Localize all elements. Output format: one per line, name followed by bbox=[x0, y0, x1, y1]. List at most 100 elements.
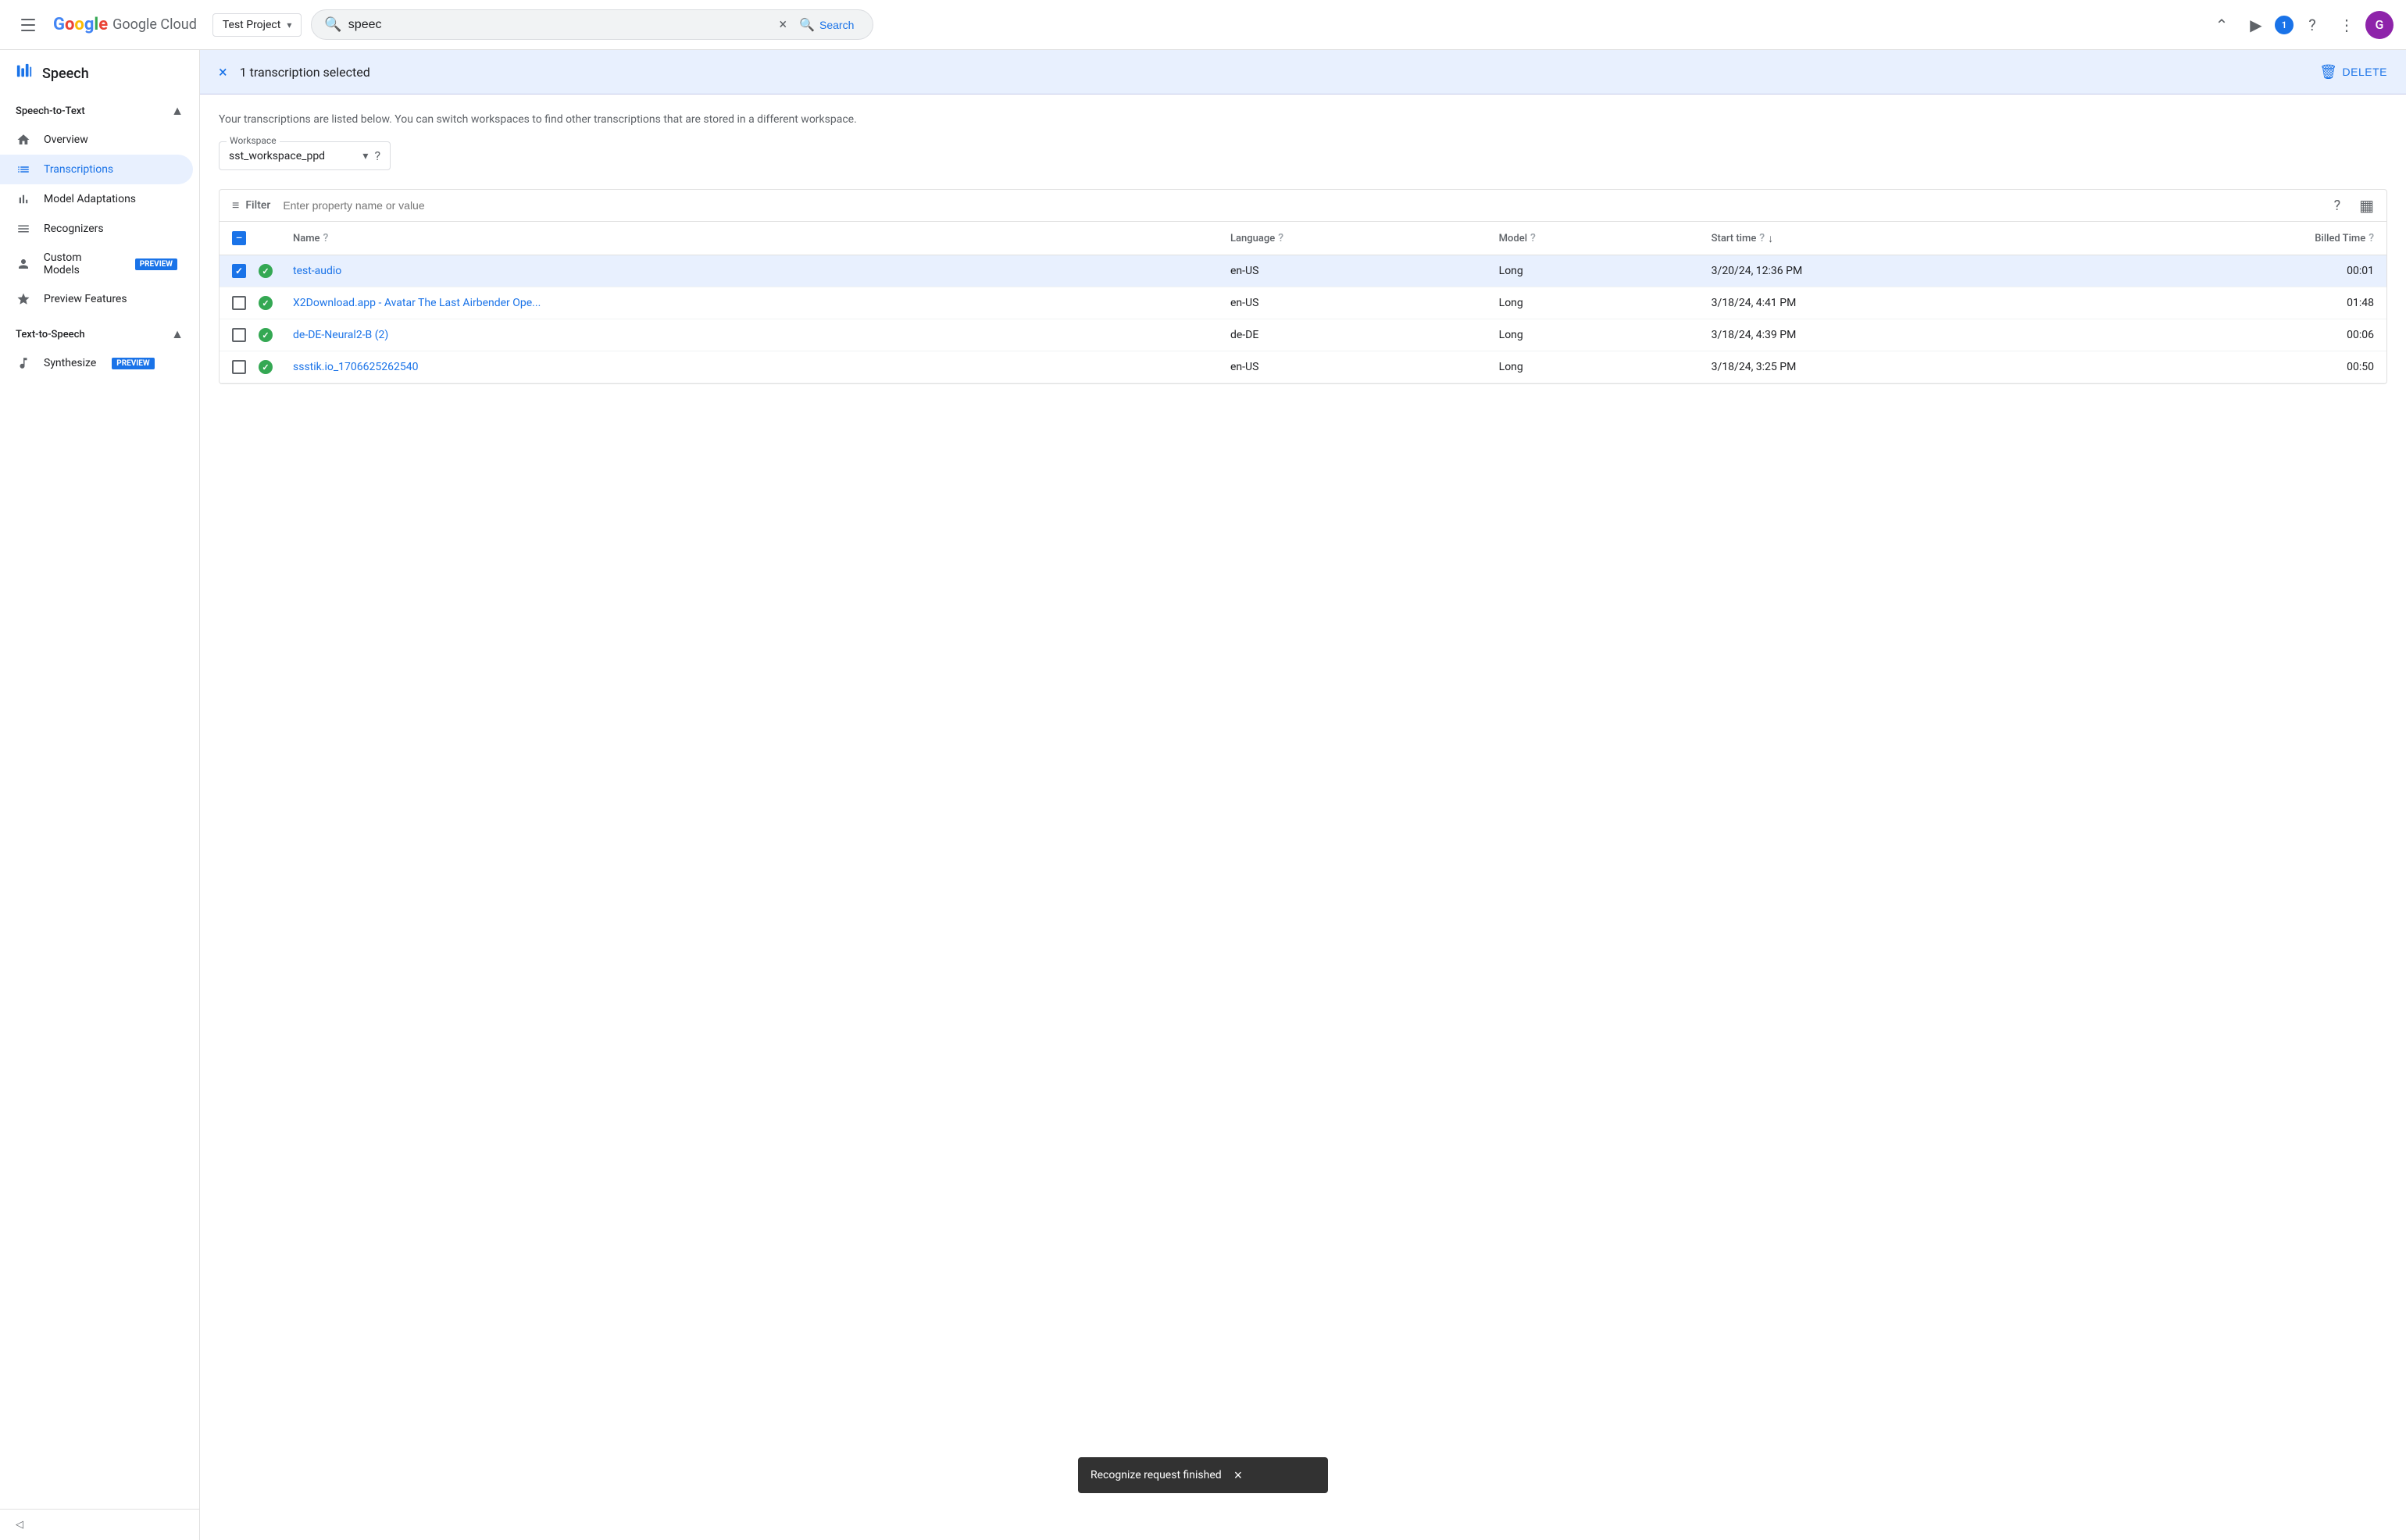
th-billed-time-label: Billed Time bbox=[2315, 233, 2365, 244]
workspace-help-icon[interactable]: ? bbox=[374, 148, 380, 163]
th-model-help-icon[interactable]: ? bbox=[1530, 232, 1536, 244]
row-checkbox-cell bbox=[220, 351, 252, 383]
home-icon bbox=[16, 133, 31, 147]
snackbar: Recognize request finished × bbox=[1078, 1457, 1328, 1493]
th-language-help-icon[interactable]: ? bbox=[1278, 232, 1283, 244]
row-name-cell: de-DE-Neural2-B (2) bbox=[280, 319, 1218, 351]
row-name-link[interactable]: ssstik.io_1706625262540 bbox=[293, 361, 418, 373]
th-start-time-sort-icon[interactable]: ↓ bbox=[1768, 232, 1773, 245]
view-toggle-button[interactable]: ▦ bbox=[2359, 196, 2374, 215]
sidebar-item-overview[interactable]: Overview bbox=[0, 125, 193, 155]
google-cloud-logo[interactable]: Google Google Cloud bbox=[53, 15, 197, 34]
row-model-cell: Long bbox=[1487, 255, 1699, 287]
row-name-cell: test-audio bbox=[280, 255, 1218, 287]
page-content: Your transcriptions are listed below. Yo… bbox=[200, 94, 2406, 1540]
row-status-dot: ✓ bbox=[259, 360, 273, 374]
more-options-button[interactable]: ⋮ bbox=[2331, 9, 2362, 41]
filter-bar: ≡ Filter ? ▦ bbox=[220, 190, 2386, 222]
select-all-checkbox[interactable] bbox=[232, 231, 246, 245]
speech-to-text-section-header[interactable]: Speech-to-Text ▲ bbox=[0, 97, 199, 125]
sidebar-item-label-preview-features: Preview Features bbox=[44, 293, 127, 305]
table-row: ✓ test-audio en-US Long 3/20/24, 12:36 P… bbox=[220, 255, 2386, 287]
tts-section-collapse-icon: ▲ bbox=[171, 326, 184, 342]
row-name-link[interactable]: test-audio bbox=[293, 265, 341, 277]
project-name: Test Project bbox=[223, 19, 280, 31]
sidebar-item-preview-features[interactable]: Preview Features bbox=[0, 284, 193, 314]
sidebar-app-header[interactable]: Speech bbox=[0, 50, 199, 97]
custom-models-icon bbox=[16, 257, 31, 271]
row-language-cell: en-US bbox=[1218, 255, 1487, 287]
row-billed-time-cell: 01:48 bbox=[2097, 287, 2386, 319]
synthesize-icon bbox=[16, 356, 31, 370]
th-billed-time-help-icon[interactable]: ? bbox=[2369, 232, 2374, 244]
th-select-all[interactable] bbox=[220, 222, 252, 255]
delete-button[interactable]: 🗑 DELETE bbox=[2319, 64, 2387, 80]
th-language-label: Language bbox=[1230, 233, 1275, 244]
th-start-time-help-icon[interactable]: ? bbox=[1759, 232, 1765, 244]
row-status-cell: ✓ bbox=[252, 255, 280, 287]
section-collapse-icon: ▲ bbox=[171, 103, 184, 119]
custom-models-preview-badge: PREVIEW bbox=[135, 258, 177, 270]
sidebar-item-label-synthesize: Synthesize bbox=[44, 357, 96, 369]
hamburger-icon bbox=[21, 19, 35, 31]
model-adaptations-icon bbox=[16, 192, 31, 206]
cloud-shell-editor-button[interactable]: ▶ bbox=[2240, 9, 2272, 41]
cloud-shell-button[interactable]: ⌃ bbox=[2206, 9, 2237, 41]
workspace-group: Workspace sst_workspace_ppd ▾ ? bbox=[219, 141, 2387, 170]
snackbar-close-button[interactable]: × bbox=[1234, 1468, 1243, 1482]
table-header: Name ? Language ? bbox=[220, 222, 2386, 255]
page-description: Your transcriptions are listed below. Yo… bbox=[219, 113, 2387, 126]
notification-badge[interactable]: 1 bbox=[2275, 16, 2294, 34]
selection-close-button[interactable]: × bbox=[219, 62, 227, 81]
th-language: Language ? bbox=[1218, 222, 1487, 255]
sidebar-item-transcriptions[interactable]: Transcriptions bbox=[0, 155, 193, 184]
text-to-speech-section-header[interactable]: Text-to-Speech ▲ bbox=[0, 320, 199, 348]
row-language-cell: en-US bbox=[1218, 287, 1487, 319]
row-checkbox-row-3[interactable] bbox=[232, 328, 246, 342]
sidebar-item-custom-models[interactable]: Custom Models PREVIEW bbox=[0, 244, 193, 284]
topbar: Google Google Cloud Test Project ▾ 🔍 × 🔍… bbox=[0, 0, 2406, 50]
help-button[interactable]: ? bbox=[2297, 9, 2328, 41]
row-status-cell: ✓ bbox=[252, 287, 280, 319]
filter-icon: ≡ bbox=[232, 198, 239, 213]
th-start-time-label: Start time bbox=[1712, 233, 1757, 244]
row-name-cell: ssstik.io_1706625262540 bbox=[280, 351, 1218, 383]
row-language-cell: de-DE bbox=[1218, 319, 1487, 351]
sidebar-item-synthesize[interactable]: Synthesize PREVIEW bbox=[0, 348, 193, 378]
filter-help-icon[interactable]: ? bbox=[2334, 198, 2341, 214]
search-icon: 🔍 bbox=[799, 17, 815, 33]
search-clear-button[interactable]: × bbox=[779, 18, 787, 32]
search-input[interactable] bbox=[348, 18, 773, 32]
sidebar-item-label-overview: Overview bbox=[44, 134, 88, 146]
row-model-cell: Long bbox=[1487, 319, 1699, 351]
table-row: ✓ X2Download.app - Avatar The Last Airbe… bbox=[220, 287, 2386, 319]
row-checkbox-cell bbox=[220, 255, 252, 287]
search-button[interactable]: 🔍 Search bbox=[793, 17, 860, 33]
help-icon: ? bbox=[2308, 16, 2315, 34]
row-status-dot: ✓ bbox=[259, 328, 273, 342]
workspace-value: sst_workspace_ppd bbox=[229, 150, 356, 162]
row-name-link[interactable]: X2Download.app - Avatar The Last Airbend… bbox=[293, 297, 541, 309]
sidebar-item-recognizers[interactable]: Recognizers bbox=[0, 214, 193, 244]
row-start-time-cell: 3/18/24, 4:39 PM bbox=[1699, 319, 2097, 351]
speech-to-text-label: Speech-to-Text bbox=[16, 105, 85, 117]
row-model-cell: Long bbox=[1487, 287, 1699, 319]
avatar[interactable]: G bbox=[2365, 11, 2394, 39]
project-selector[interactable]: Test Project ▾ bbox=[212, 13, 302, 37]
row-checkbox-row-2[interactable] bbox=[232, 296, 246, 310]
th-name-help-icon[interactable]: ? bbox=[323, 232, 329, 244]
more-options-icon: ⋮ bbox=[2339, 16, 2354, 34]
sidebar-item-label-recognizers: Recognizers bbox=[44, 223, 104, 235]
sidebar-collapse-button[interactable]: ◁ bbox=[0, 1509, 199, 1540]
sidebar-item-model-adaptations[interactable]: Model Adaptations bbox=[0, 184, 193, 214]
workspace-chevron-icon: ▾ bbox=[362, 150, 368, 162]
selection-bar: × 1 transcription selected 🗑 DELETE bbox=[200, 50, 2406, 94]
sidebar-item-label-transcriptions: Transcriptions bbox=[44, 163, 113, 176]
filter-input[interactable] bbox=[283, 199, 2327, 212]
th-model: Model ? bbox=[1487, 222, 1699, 255]
menu-icon-button[interactable] bbox=[12, 9, 44, 41]
terminal-icon: ▶ bbox=[2250, 16, 2261, 34]
row-checkbox-row-1[interactable] bbox=[232, 264, 246, 278]
row-checkbox-row-4[interactable] bbox=[232, 360, 246, 374]
row-name-link[interactable]: de-DE-Neural2-B (2) bbox=[293, 329, 388, 341]
